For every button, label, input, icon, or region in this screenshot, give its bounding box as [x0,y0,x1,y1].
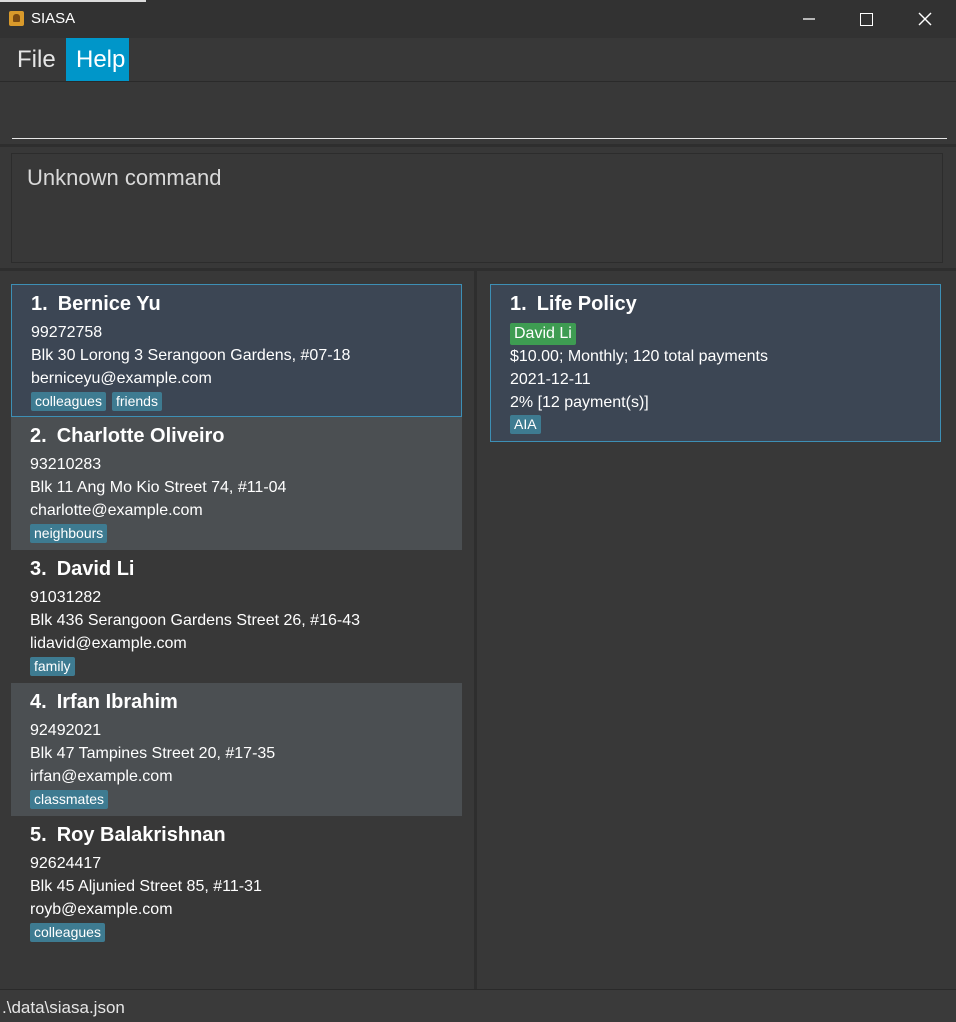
person-name: David Li [56,558,135,580]
person-card[interactable]: 5. Roy Balakrishnan 92624417 Blk 45 Aljun… [11,816,462,945]
person-tag: neighbours [30,524,108,543]
panel-divider-vertical[interactable] [474,271,477,989]
person-address: Blk 436 Serangoon Gardens Street 26, #16… [30,612,360,629]
person-tag: family [30,657,75,676]
save-location: .\data\siasa.json [2,998,125,1017]
person-card[interactable]: 1. Bernice Yu 99272758 Blk 30 Lorong 3 Se… [11,284,462,417]
result-display: Unknown command [11,153,943,263]
minimize-button[interactable] [780,0,838,38]
person-email: lidavid@example.com [30,635,187,652]
person-email: royb@example.com [30,901,173,918]
person-phone: 92624417 [30,855,102,872]
policy-payment: $10.00; Monthly; 120 total payments [510,348,768,365]
policy-list[interactable]: 1. Life Policy David Li $10.00; Monthly; … [490,284,941,442]
person-address: Blk 47 Tampines Street 20, #17-35 [30,745,276,762]
person-index: 5. [30,824,47,846]
person-name: Bernice Yu [57,293,161,315]
person-tag: colleagues [30,923,105,942]
person-name: Charlotte Oliveiro [56,425,225,447]
policy-index: 1. [510,293,527,315]
app-icon [9,11,24,26]
close-button[interactable] [896,0,954,38]
menu-bar: File Help [0,38,956,82]
person-card[interactable]: 2. Charlotte Oliveiro 93210283 Blk 11 Ang… [11,417,462,550]
person-email: charlotte@example.com [30,502,203,519]
person-tag: colleagues [31,392,106,411]
result-message: Unknown command [27,165,222,190]
maximize-button[interactable] [837,0,895,38]
minimize-icon [803,18,815,20]
person-index: 1. [31,293,48,315]
title-bar: SIASA [0,0,956,38]
menu-file[interactable]: File [9,38,64,81]
command-box [0,82,956,147]
policy-title: Life Policy [536,293,637,315]
person-phone: 91031282 [30,589,102,606]
person-phone: 92492021 [30,722,102,739]
maximize-icon [859,12,873,26]
policy-company-tag: AIA [510,415,541,434]
person-phone: 93210283 [30,456,102,473]
person-tag: classmates [30,790,109,809]
person-name: Roy Balakrishnan [56,824,226,846]
person-card[interactable]: 3. David Li 91031282 Blk 436 Serangoon Ga… [11,550,462,683]
policy-card[interactable]: 1. Life Policy David Li $10.00; Monthly; … [490,284,941,442]
person-email: berniceyu@example.com [31,370,212,387]
menu-help[interactable]: Help [66,38,129,81]
policy-expiry: 2021-12-11 [510,371,591,388]
person-index: 2. [30,425,47,447]
person-address: Blk 45 Aljunied Street 85, #11-31 [30,878,262,895]
person-index: 4. [30,691,47,713]
window-title: SIASA [31,10,76,27]
policy-owner-tag: David Li [510,323,576,345]
title-accent-line [0,0,146,2]
person-index: 3. [30,558,47,580]
panel-divider-horizontal [0,268,956,271]
command-input[interactable] [12,90,947,139]
policy-commission: 2% [12 payment(s)] [510,394,649,411]
person-name: Irfan Ibrahim [56,691,178,713]
person-list[interactable]: 1. Bernice Yu 99272758 Blk 30 Lorong 3 Se… [11,284,462,945]
status-bar: .\data\siasa.json [0,989,956,1022]
close-icon [918,12,932,26]
person-address: Blk 30 Lorong 3 Serangoon Gardens, #07-1… [31,347,351,364]
person-tag: friends [111,392,162,411]
person-phone: 99272758 [31,324,103,341]
person-card[interactable]: 4. Irfan Ibrahim 92492021 Blk 47 Tampines… [11,683,462,816]
person-address: Blk 11 Ang Mo Kio Street 74, #11-04 [30,479,287,496]
person-email: irfan@example.com [30,768,173,785]
